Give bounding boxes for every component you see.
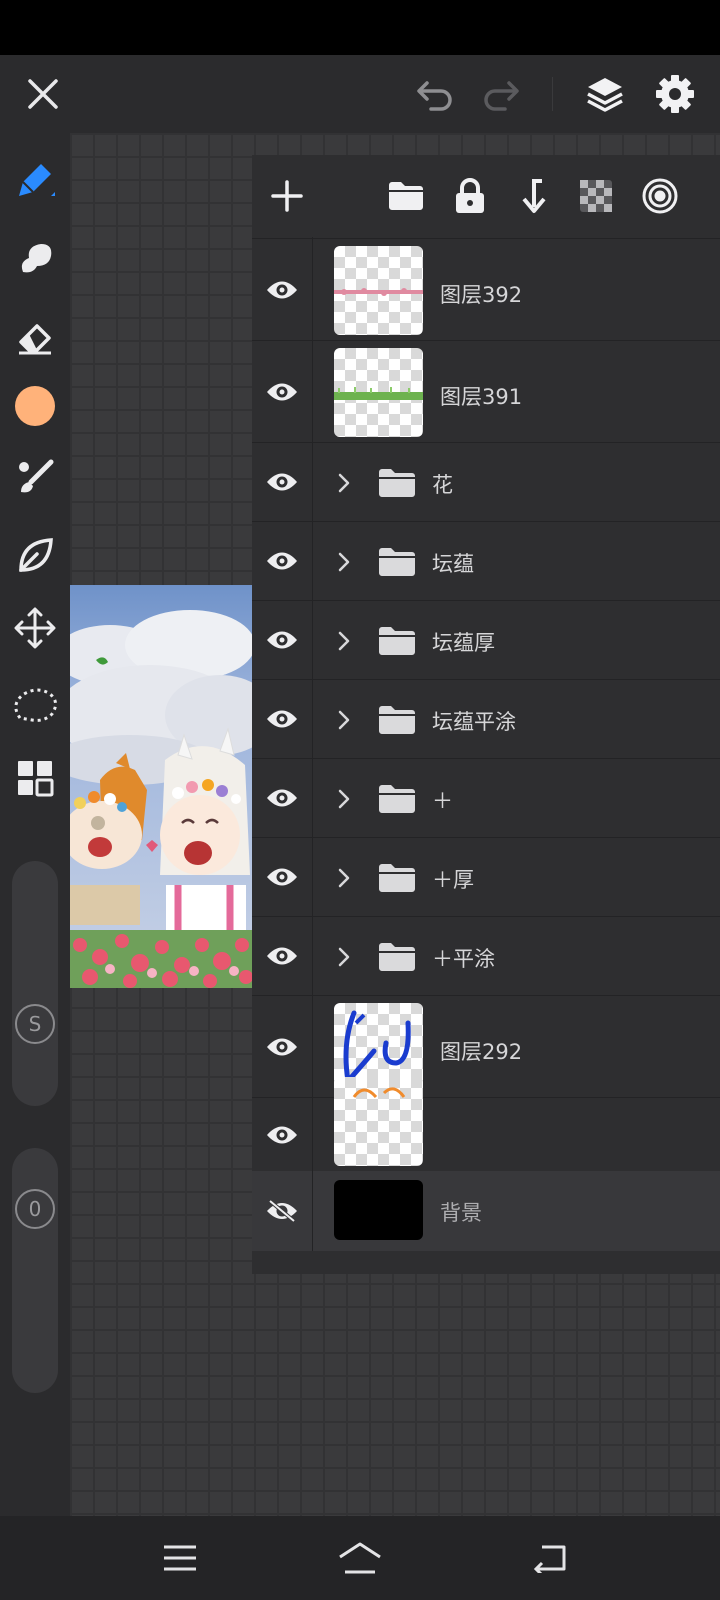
visibility-eye-icon[interactable] bbox=[252, 239, 313, 340]
folder-icon bbox=[377, 783, 417, 815]
layer-row[interactable] bbox=[252, 1077, 720, 1172]
layer-group-name: 坛蕴 bbox=[432, 551, 474, 576]
layer-thumbnail bbox=[334, 348, 423, 437]
pen-icon[interactable] bbox=[10, 155, 60, 205]
layer-group-row[interactable]: ＋厚 bbox=[252, 838, 720, 917]
visibility-eye-icon[interactable] bbox=[252, 680, 313, 758]
layer-group-name: ＋ bbox=[432, 788, 453, 813]
artwork-preview bbox=[70, 585, 252, 988]
brush-size-slider[interactable] bbox=[12, 861, 58, 1106]
visibility-eye-icon[interactable] bbox=[252, 838, 313, 916]
layers-panel: 图层393图层392图层391花坛蕴坛蕴厚坛蕴平涂＋＋厚＋平涂图层292背景 bbox=[252, 155, 720, 1274]
layers-toolbar bbox=[252, 155, 720, 237]
layer-thumbnail bbox=[334, 246, 423, 335]
opacity-knob[interactable]: 0 bbox=[14, 1188, 56, 1230]
visibility-eye-icon[interactable] bbox=[252, 917, 313, 995]
close-icon[interactable] bbox=[20, 71, 66, 117]
opacity-slider[interactable] bbox=[12, 1148, 58, 1393]
lasso-icon[interactable] bbox=[10, 679, 60, 729]
layer-name: 图层292 bbox=[440, 1040, 523, 1064]
folder-icon bbox=[377, 625, 417, 657]
undo-icon[interactable] bbox=[412, 71, 458, 117]
folder-icon bbox=[377, 862, 417, 894]
checker-icon[interactable] bbox=[573, 173, 619, 219]
status-bar bbox=[0, 0, 720, 55]
layer-group-row[interactable]: 坛蕴 bbox=[252, 522, 720, 601]
folder-icon bbox=[377, 941, 417, 973]
menu-icon[interactable] bbox=[155, 1536, 205, 1580]
layer-group-row[interactable]: 坛蕴厚 bbox=[252, 601, 720, 680]
layer-group-name: ＋平涂 bbox=[432, 946, 495, 971]
layers-icon[interactable] bbox=[580, 69, 630, 119]
layer-row[interactable]: 图层292 bbox=[252, 996, 720, 1098]
folder-icon bbox=[377, 704, 417, 736]
layer-row[interactable]: 图层392 bbox=[252, 239, 720, 341]
layer-group-name: ＋厚 bbox=[432, 867, 474, 892]
layer-name: 图层392 bbox=[440, 283, 523, 307]
brush-size-knob[interactable]: S bbox=[14, 1003, 56, 1045]
folder-icon bbox=[377, 546, 417, 578]
chevron-right-icon[interactable] bbox=[334, 789, 354, 809]
system-nav-bar bbox=[0, 1516, 720, 1600]
smudge-icon[interactable] bbox=[10, 233, 60, 283]
move-icon[interactable] bbox=[10, 603, 60, 653]
visibility-eye-icon[interactable] bbox=[252, 996, 313, 1097]
layer-group-name: 坛蕴厚 bbox=[432, 630, 495, 655]
layer-group-name: 坛蕴平涂 bbox=[432, 709, 516, 734]
chevron-right-icon[interactable] bbox=[334, 631, 354, 651]
visibility-eye-icon[interactable] bbox=[252, 341, 313, 442]
chevron-right-icon[interactable] bbox=[334, 947, 354, 967]
chevron-right-icon[interactable] bbox=[334, 710, 354, 730]
visibility-eye-icon[interactable] bbox=[252, 522, 313, 600]
settings-icon[interactable] bbox=[650, 69, 700, 119]
layer-thumbnail bbox=[334, 1077, 423, 1166]
merge-down-icon[interactable] bbox=[511, 173, 557, 219]
home-icon[interactable] bbox=[335, 1536, 385, 1580]
visibility-eye-icon[interactable] bbox=[252, 443, 313, 521]
layer-name: 图层391 bbox=[440, 385, 523, 409]
visibility-eye-icon[interactable] bbox=[252, 1098, 313, 1171]
top-bar bbox=[0, 55, 720, 133]
size-label: S bbox=[15, 1004, 55, 1044]
layer-group-row[interactable]: ＋ bbox=[252, 759, 720, 838]
add-icon[interactable] bbox=[264, 173, 310, 219]
leaf-fill-icon[interactable] bbox=[10, 531, 60, 581]
color-swatch[interactable] bbox=[10, 381, 60, 431]
grid-icon[interactable] bbox=[10, 753, 60, 803]
redo-icon[interactable] bbox=[478, 71, 524, 117]
tool-sidebar: S 0 bbox=[0, 133, 70, 1516]
chevron-right-icon[interactable] bbox=[334, 473, 354, 493]
layer-row[interactable]: 图层391 bbox=[252, 341, 720, 443]
lock-icon[interactable] bbox=[447, 173, 493, 219]
opacity-label: 0 bbox=[15, 1189, 55, 1229]
background-layer-row[interactable]: 背景 bbox=[252, 1171, 720, 1251]
toolbar-divider bbox=[552, 77, 553, 111]
background-layer-name: 背景 bbox=[440, 1201, 482, 1225]
back-icon[interactable] bbox=[525, 1536, 575, 1580]
visibility-eye-icon[interactable] bbox=[252, 601, 313, 679]
eraser-icon[interactable] bbox=[10, 311, 60, 361]
layer-group-row[interactable]: ＋平涂 bbox=[252, 917, 720, 996]
folder-icon bbox=[377, 467, 417, 499]
target-icon[interactable] bbox=[637, 173, 683, 219]
chevron-right-icon[interactable] bbox=[334, 552, 354, 572]
layer-group-row[interactable]: 花 bbox=[252, 443, 720, 522]
visibility-eye-icon[interactable] bbox=[252, 759, 313, 837]
chevron-right-icon[interactable] bbox=[334, 868, 354, 888]
brush-icon[interactable] bbox=[10, 453, 60, 503]
background-thumbnail bbox=[334, 1180, 423, 1240]
folder-icon[interactable] bbox=[383, 173, 429, 219]
layer-group-row[interactable]: 坛蕴平涂 bbox=[252, 680, 720, 759]
visibility-hidden-icon[interactable] bbox=[252, 1171, 313, 1251]
layer-group-name: 花 bbox=[432, 472, 453, 497]
